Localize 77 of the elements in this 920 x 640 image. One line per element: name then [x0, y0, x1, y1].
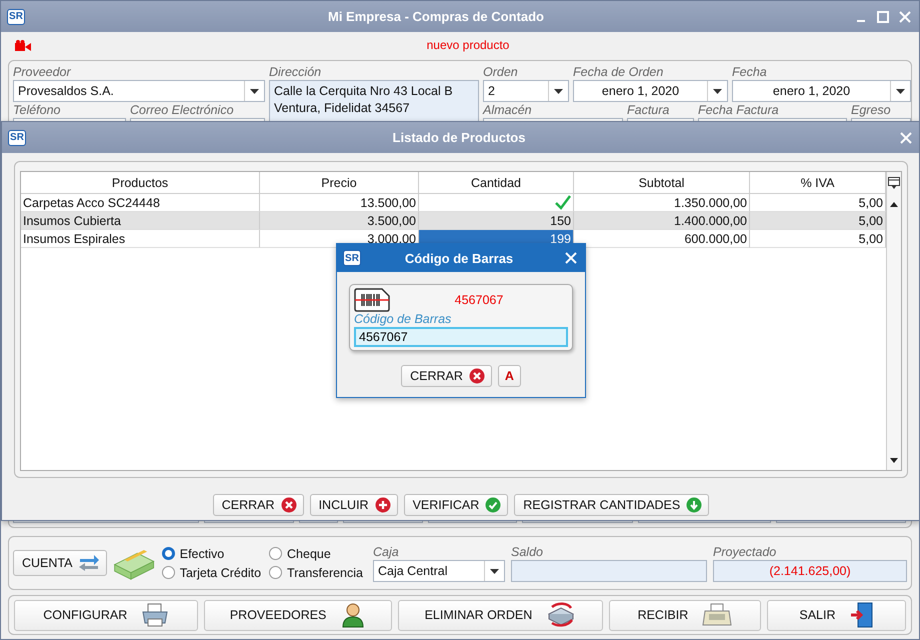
- dialog-button[interactable]: VERIFICAR: [404, 494, 508, 516]
- video-camera-icon[interactable]: [15, 40, 31, 50]
- barcode-scanner-icon: [354, 288, 390, 312]
- payment-radio[interactable]: Tarjeta Crédito: [162, 566, 262, 580]
- dropdown-arrow-icon: [713, 88, 722, 94]
- date-select[interactable]: enero 1, 2020: [732, 80, 911, 102]
- close-icon: [280, 497, 297, 513]
- barcode-value: 4567067: [454, 293, 504, 307]
- dropdown-arrow-icon: [250, 88, 259, 94]
- address-line: Ventura, Fidelidat 34567: [274, 100, 411, 117]
- printer-icon: [141, 603, 170, 627]
- cash-register-icon: [702, 603, 732, 627]
- field-label: Almacén: [483, 102, 533, 118]
- table-cell: Insumos Espirales: [21, 230, 260, 248]
- scroll-down-icon[interactable]: [890, 458, 898, 462]
- field-label: Fecha Factura: [698, 102, 780, 118]
- dialog-button[interactable]: CERRAR: [212, 494, 304, 516]
- field-label: Teléfono: [13, 102, 62, 118]
- field-label: Proyectado: [713, 544, 778, 560]
- dropdown-arrow-icon: [896, 88, 905, 94]
- action-button[interactable]: PROVEEDORES: [204, 600, 392, 630]
- close-icon[interactable]: [897, 8, 913, 24]
- field-label: Código de Barras: [354, 312, 452, 327]
- table-row[interactable]: Insumos Espirales 3.000,00 199 600.000,00 5,00: [21, 230, 886, 248]
- window-title: Mi Empresa - Compras de Contado: [327, 9, 545, 24]
- delete-order-icon: [546, 602, 576, 628]
- exit-door-icon: [850, 602, 874, 628]
- field-label: Egreso: [851, 102, 892, 118]
- cash-box-select[interactable]: Caja Central: [373, 560, 505, 582]
- close-icon[interactable]: [898, 130, 914, 146]
- maximize-icon[interactable]: [875, 8, 891, 24]
- payment-radio[interactable]: Efectivo: [162, 546, 262, 560]
- payment-radio[interactable]: Cheque: [269, 546, 363, 560]
- field-label: Fecha: [732, 64, 768, 80]
- column-chooser-icon[interactable]: [888, 177, 900, 189]
- close-icon: [468, 368, 485, 384]
- field-label: Saldo: [511, 544, 544, 560]
- dropdown-arrow-icon: [554, 88, 563, 94]
- balance-field[interactable]: [511, 560, 707, 582]
- dropdown-arrow-icon: [490, 568, 499, 574]
- letter-button[interactable]: A: [498, 365, 521, 387]
- field-label: Factura: [627, 102, 670, 118]
- table-row[interactable]: Carpetas Acco SC24448 13.500,00 1.350.000,00 5,00: [21, 194, 886, 212]
- field-label: Fecha de Orden: [573, 64, 664, 80]
- app-logo: SR: [343, 250, 361, 266]
- table-row[interactable]: Insumos Cubierta 3.500,00 150 1.400.000,00 5,00: [21, 212, 886, 230]
- field-label: Dirección: [269, 64, 322, 80]
- check-icon: [485, 497, 502, 513]
- app-logo: SR: [7, 8, 25, 24]
- action-button[interactable]: ELIMINAR ORDEN: [398, 600, 603, 630]
- app-logo: SR: [8, 130, 26, 146]
- field-label: Orden: [483, 64, 519, 80]
- action-button[interactable]: RECIBIR: [608, 600, 761, 630]
- supplier-select[interactable]: Provesaldos S.A.: [13, 80, 265, 102]
- scroll-up-icon[interactable]: [890, 202, 898, 206]
- order-date-select[interactable]: enero 1, 2020: [573, 80, 728, 102]
- close-icon[interactable]: [563, 250, 579, 266]
- status-message: nuevo producto: [426, 38, 510, 52]
- dialog-title: Código de Barras: [404, 250, 514, 266]
- projected-field[interactable]: (2.141.625,00): [713, 560, 907, 582]
- plus-icon: [374, 497, 391, 513]
- person-icon: [340, 602, 366, 628]
- field-label: Caja: [373, 544, 400, 560]
- address-line: Calle la Cerquita Nro 43 Local B: [274, 83, 454, 100]
- order-select[interactable]: 2: [483, 80, 569, 102]
- field-label: Proveedor: [13, 64, 72, 80]
- dialog-title: Listado de Productos: [392, 130, 526, 145]
- action-button[interactable]: CONFIGURAR: [14, 600, 198, 630]
- dialog-button[interactable]: REGISTRAR CANTIDADES: [514, 494, 710, 516]
- close-button[interactable]: CERRAR: [401, 365, 492, 387]
- payment-radio[interactable]: Transferencia: [269, 566, 363, 580]
- account-button[interactable]: CUENTA: [13, 550, 108, 576]
- barcode-input[interactable]: 4567067: [354, 327, 568, 347]
- swap-arrows-icon: [78, 554, 100, 572]
- field-label: Correo Electrónico: [130, 102, 235, 118]
- dialog-button[interactable]: INCLUIR: [310, 494, 398, 516]
- action-button[interactable]: SALIR: [766, 600, 906, 630]
